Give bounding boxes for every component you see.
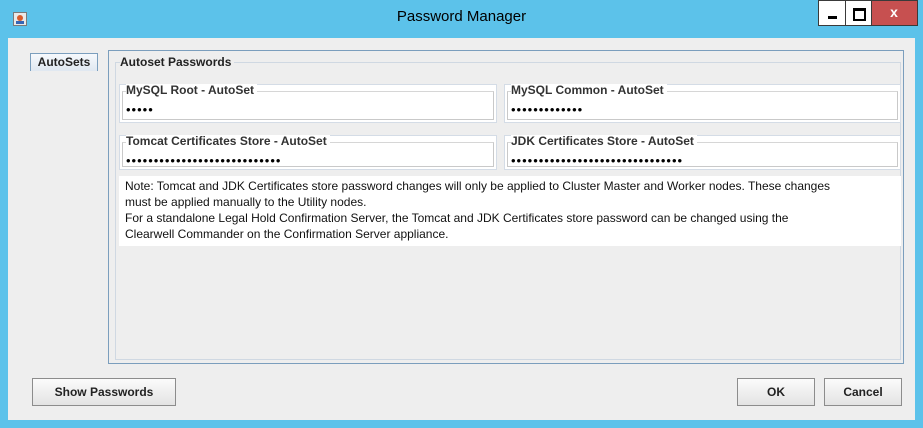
note-text: Note: Tomcat and JDK Certificates store … bbox=[119, 176, 901, 246]
close-button[interactable]: x bbox=[872, 0, 918, 26]
note-line: Clearwell Commander on the Confirmation … bbox=[125, 227, 449, 241]
mysql-common-password[interactable]: ••••••••••••• bbox=[511, 103, 583, 116]
title-bar[interactable]: Password Manager x bbox=[0, 0, 923, 38]
mysql-common-label: MySQL Common - AutoSet bbox=[511, 84, 667, 97]
password-manager-window: Password Manager x AutoSets Autoset Pass… bbox=[0, 0, 923, 428]
mysql-common-field[interactable]: MySQL Common - AutoSet ••••••••••••• bbox=[504, 84, 901, 123]
jdk-certificates-password[interactable]: ••••••••••••••••••••••••••••••• bbox=[511, 154, 683, 167]
mysql-root-label: MySQL Root - AutoSet bbox=[126, 84, 257, 97]
autoset-passwords-title: Autoset Passwords bbox=[120, 55, 235, 69]
window-title: Password Manager bbox=[396, 8, 527, 25]
dialog-content: AutoSets Autoset Passwords MySQL Root - … bbox=[8, 38, 915, 420]
minimize-button[interactable] bbox=[818, 0, 846, 26]
show-passwords-button[interactable]: Show Passwords bbox=[32, 378, 176, 406]
tomcat-certificates-password[interactable]: •••••••••••••••••••••••••••• bbox=[126, 154, 281, 167]
tomcat-certificates-field[interactable]: Tomcat Certificates Store - AutoSet ••••… bbox=[119, 135, 497, 170]
mysql-root-field[interactable]: MySQL Root - AutoSet ••••• bbox=[119, 84, 497, 123]
mysql-root-password[interactable]: ••••• bbox=[126, 103, 154, 116]
cancel-button[interactable]: Cancel bbox=[824, 378, 902, 406]
tomcat-certificates-label: Tomcat Certificates Store - AutoSet bbox=[126, 135, 330, 148]
note-line: must be applied manually to the Utility … bbox=[125, 195, 367, 209]
note-line: Note: Tomcat and JDK Certificates store … bbox=[125, 179, 831, 193]
jdk-certificates-label: JDK Certificates Store - AutoSet bbox=[511, 135, 697, 148]
close-icon: x bbox=[890, 4, 898, 20]
tab-autosets[interactable]: AutoSets bbox=[30, 53, 98, 71]
note-line: For a standalone Legal Hold Confirmation… bbox=[125, 211, 789, 225]
maximize-button[interactable] bbox=[846, 0, 872, 26]
ok-button[interactable]: OK bbox=[737, 378, 815, 406]
jdk-certificates-field[interactable]: JDK Certificates Store - AutoSet •••••••… bbox=[504, 135, 901, 170]
